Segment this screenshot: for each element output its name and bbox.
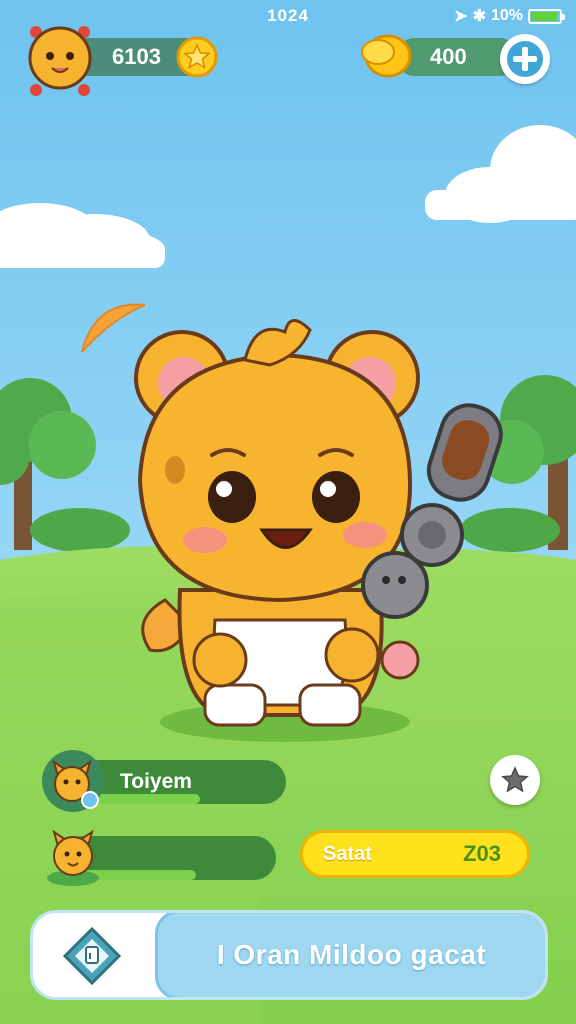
star-coin-icon xyxy=(176,36,218,78)
gold-coin-icon xyxy=(361,34,412,78)
progress-label-1: Toiyem xyxy=(120,770,192,793)
game-card-icon xyxy=(62,926,122,986)
status-right: ➤ ✱ 10% xyxy=(454,6,565,26)
action-label: I Oran Mildoo gacat xyxy=(216,939,487,970)
add-coins-button[interactable] xyxy=(500,34,550,84)
star-icon xyxy=(501,766,529,793)
battery-label: 10% xyxy=(490,7,523,24)
favorite-button[interactable] xyxy=(490,755,540,805)
pet-avatar-1[interactable] xyxy=(40,748,106,814)
battery-icon xyxy=(528,8,565,24)
avatar[interactable] xyxy=(22,18,98,98)
coin-value: 400 xyxy=(430,44,467,69)
action-button[interactable]: I Oran Mildoo gacat xyxy=(155,913,545,997)
pet-avatar-2[interactable] xyxy=(40,822,106,888)
bluetooth-icon: ✱ xyxy=(472,8,486,25)
location-icon: ➤ xyxy=(454,8,468,25)
action-panel[interactable]: I Oran Mildoo gacat xyxy=(30,910,548,1000)
level-value: 6103 xyxy=(112,44,161,69)
score-label: Satat xyxy=(323,842,372,865)
score-value: Z03 xyxy=(463,841,501,866)
plus-icon xyxy=(507,41,543,77)
coin-counter: 400 xyxy=(398,38,516,76)
score-button[interactable]: Satat Z03 xyxy=(300,830,530,878)
